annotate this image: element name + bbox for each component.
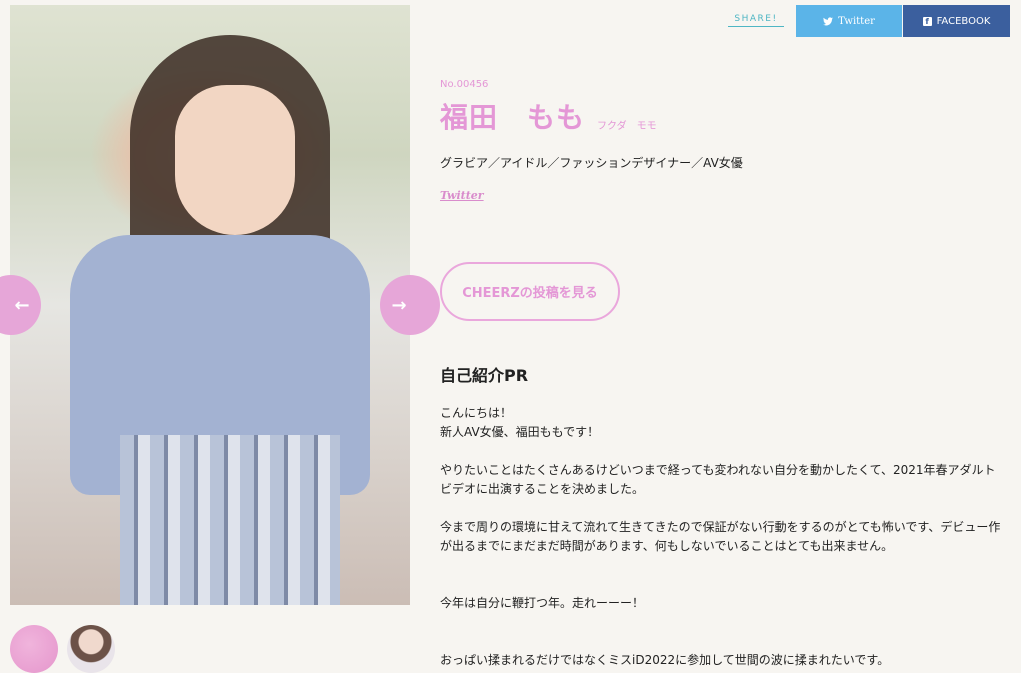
- share-label: SHARE!: [728, 14, 784, 27]
- twitter-icon: [823, 16, 834, 25]
- photo-skirt: [120, 435, 340, 605]
- pr-line: [440, 632, 1005, 651]
- photo-thumbnail-2[interactable]: [67, 625, 115, 673]
- profile-tags: グラビア／アイドル／ファッションデザイナー／AV女優: [440, 156, 743, 170]
- arrow-right-icon: →: [391, 294, 407, 316]
- profile-twitter-link[interactable]: Twitter: [440, 189, 484, 202]
- share-facebook-label: FACEBOOK: [936, 15, 991, 27]
- photo-thumbnail-1[interactable]: [10, 625, 58, 673]
- profile-name-kana: フクダ モモ: [597, 121, 657, 132]
- pr-line: こんにちは！: [440, 406, 513, 420]
- entry-number: No.00456: [440, 79, 489, 90]
- pr-line: [440, 613, 1005, 632]
- pr-title: 自己紹介PR: [440, 366, 529, 385]
- pr-text: こんにちは！ 新人AV女優、福田ももです！ やりたいことはたくさんあるけどいつま…: [440, 404, 1005, 670]
- profile-photo: [10, 5, 410, 605]
- arrow-left-icon: ←: [14, 294, 30, 316]
- share-twitter-label: Twitter: [838, 15, 875, 27]
- photo-face: [175, 85, 295, 235]
- share-twitter-button[interactable]: Twitter: [796, 5, 902, 37]
- next-photo-button[interactable]: →: [380, 275, 440, 335]
- pr-line: 新人AV女優、福田ももです！: [440, 425, 600, 439]
- pr-line: [440, 442, 1005, 461]
- share-facebook-button[interactable]: f FACEBOOK: [903, 5, 1010, 37]
- pr-line: やりたいことはたくさんあるけどいつまで経っても変われない自分を動かしたくて、20…: [440, 463, 996, 496]
- profile-name: 福田 もも: [440, 101, 586, 134]
- facebook-icon: f: [922, 16, 932, 26]
- pr-line: [440, 556, 1005, 575]
- pr-line: おっぱい揉まれるだけではなくミスiD2022に参加して世間の波に揉まれたいです。: [440, 653, 890, 667]
- pr-line: 今年は自分に鞭打つ年。走れーーー！: [440, 596, 645, 610]
- pr-line: [440, 575, 1005, 594]
- name-row: 福田 もも フクダ モモ: [440, 96, 657, 136]
- pr-line: [440, 499, 1005, 518]
- cheerz-posts-button[interactable]: CHEERZの投稿を見る: [440, 262, 620, 321]
- pr-line: 今まで周りの環境に甘えて流れて生きてきたので保証がない行動をするのがとても怖いで…: [440, 520, 1001, 553]
